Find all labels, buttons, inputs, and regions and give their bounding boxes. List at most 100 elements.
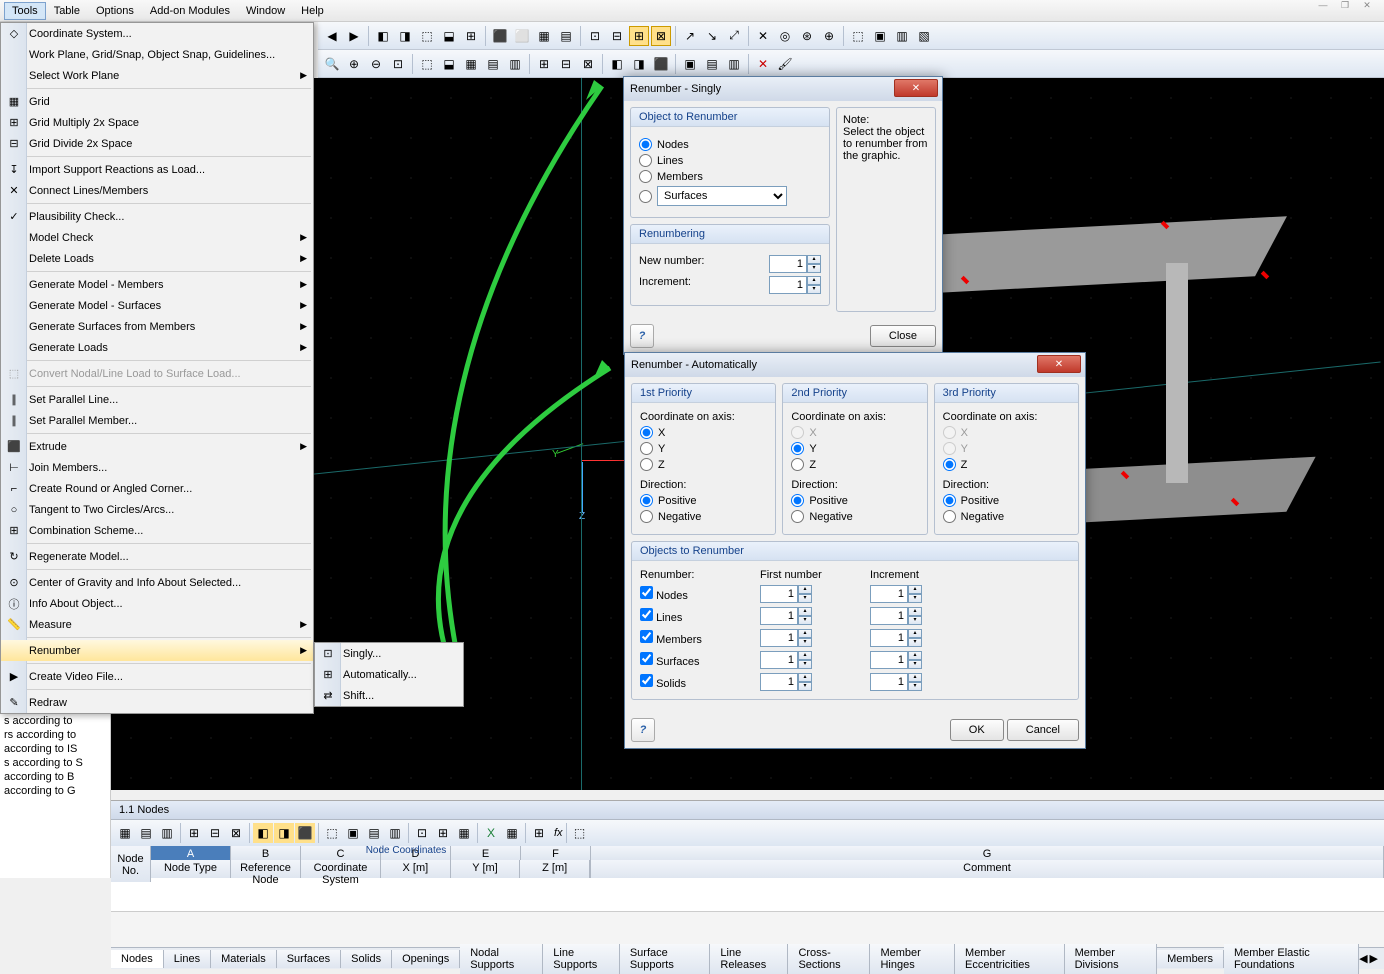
spin-up[interactable]: ▴	[908, 651, 922, 660]
menu-item[interactable]: ⌐Create Round or Angled Corner...	[1, 478, 313, 499]
spin-down[interactable]: ▾	[798, 682, 812, 691]
table-tab[interactable]: Member Elastic Foundations	[1224, 944, 1359, 974]
spin-up[interactable]: ▴	[908, 585, 922, 594]
nav-item[interactable]: according to G	[0, 784, 110, 798]
menu-item[interactable]: Select Work Plane▶	[1, 65, 313, 86]
tb-icon[interactable]: ⊛	[797, 26, 817, 46]
radio-z[interactable]	[640, 458, 653, 471]
spin-down[interactable]: ▾	[908, 616, 922, 625]
tb-icon[interactable]: ▣	[870, 26, 890, 46]
menu-window[interactable]: Window	[238, 2, 293, 20]
tb-icon[interactable]: ⤢	[724, 26, 744, 46]
menu-item[interactable]: ⊙Center of Gravity and Info About Select…	[1, 572, 313, 593]
tb-icon[interactable]: ⊠	[651, 26, 671, 46]
menu-item[interactable]: ↧Import Support Reactions as Load...	[1, 159, 313, 180]
tb-nav-left[interactable]: ◀	[322, 26, 342, 46]
tb-icon[interactable]: ⊠	[578, 54, 598, 74]
tb-icon[interactable]: ◧	[607, 54, 627, 74]
tb-zoom-out-icon[interactable]: ⊖	[366, 54, 386, 74]
menu-item[interactable]: ⓘInfo About Object...	[1, 593, 313, 614]
tb-icon[interactable]: ⊞	[629, 26, 649, 46]
tb-icon[interactable]: ✕	[753, 26, 773, 46]
input-surfaces-first[interactable]	[760, 651, 798, 669]
tb-icon[interactable]: ⊞	[433, 823, 453, 843]
spin-up[interactable]: ▴	[798, 629, 812, 638]
tb-icon[interactable]: ▣	[343, 823, 363, 843]
radio-y[interactable]	[791, 442, 804, 455]
input-lines-first[interactable]	[760, 607, 798, 625]
tb-icon[interactable]: ▤	[556, 26, 576, 46]
col-C[interactable]: C	[301, 846, 381, 860]
spin-down[interactable]: ▾	[908, 594, 922, 603]
input-new-number[interactable]	[769, 255, 807, 273]
col-F[interactable]: F	[521, 846, 591, 860]
tb-icon[interactable]: ◧	[373, 26, 393, 46]
tb-icon[interactable]: ▦	[502, 823, 522, 843]
tb-icon[interactable]: ⬚	[322, 823, 342, 843]
menu-item[interactable]: Generate Model - Surfaces▶	[1, 295, 313, 316]
tb-icon[interactable]: ▤	[136, 823, 156, 843]
tb-zoom-in-icon[interactable]: ⊕	[344, 54, 364, 74]
spin-down[interactable]: ▾	[798, 638, 812, 647]
tb-icon[interactable]: ▥	[385, 823, 405, 843]
spin-up[interactable]: ▴	[807, 255, 821, 264]
col-ref-node[interactable]: Reference Node	[231, 860, 301, 878]
tb-icon[interactable]: ⬛	[295, 823, 315, 843]
table-tab[interactable]: Member Hinges	[870, 944, 955, 974]
input-surfaces-inc[interactable]	[870, 651, 908, 669]
table-tab[interactable]: Solids	[341, 950, 392, 968]
dialog-titlebar[interactable]: Renumber - Automatically ✕	[625, 353, 1085, 377]
table-tab[interactable]: Line Supports	[543, 944, 620, 974]
tb-icon[interactable]: ⬚	[417, 54, 437, 74]
spin-up[interactable]: ▴	[908, 607, 922, 616]
help-button[interactable]: ?	[630, 324, 654, 348]
table-tab[interactable]: Line Releases	[710, 944, 788, 974]
radio-negative[interactable]	[943, 510, 956, 523]
tb-icon[interactable]: ◎	[775, 26, 795, 46]
table-tab[interactable]: Members	[1157, 950, 1224, 968]
tb-icon[interactable]: ⊟	[607, 26, 627, 46]
input-solids-first[interactable]	[760, 673, 798, 691]
tb-zoom-icon[interactable]: 🔍	[322, 54, 342, 74]
radio-y[interactable]	[640, 442, 653, 455]
spin-up[interactable]: ▴	[798, 673, 812, 682]
tb-icon[interactable]: ◧	[253, 823, 273, 843]
table-tab[interactable]: Member Eccentricities	[955, 944, 1065, 974]
radio-lines[interactable]	[639, 154, 652, 167]
menu-table[interactable]: Table	[46, 2, 88, 20]
col-coord-sys[interactable]: Coordinate System	[301, 860, 381, 878]
spin-up[interactable]: ▴	[798, 607, 812, 616]
input-nodes-inc[interactable]	[870, 585, 908, 603]
help-button[interactable]: ?	[631, 718, 655, 742]
tb-icon[interactable]: ▣	[680, 54, 700, 74]
col-D[interactable]: D	[381, 846, 451, 860]
col-node-no[interactable]: Node No.	[111, 846, 151, 882]
spin-down[interactable]: ▾	[807, 285, 821, 294]
tb-icon[interactable]: ⊟	[205, 823, 225, 843]
tb-icon[interactable]: ⊡	[585, 26, 605, 46]
cancel-button[interactable]: Cancel	[1007, 719, 1079, 741]
tb-excel-icon[interactable]: X	[481, 823, 501, 843]
tb-icon[interactable]: ⊞	[529, 823, 549, 843]
radio-positive[interactable]	[791, 494, 804, 507]
tb-icon[interactable]: ▧	[914, 26, 934, 46]
tb-icon[interactable]: ▥	[505, 54, 525, 74]
close-icon[interactable]: ✕	[1358, 0, 1376, 16]
menu-item[interactable]: ∥Set Parallel Line...	[1, 389, 313, 410]
col-E[interactable]: E	[451, 846, 521, 860]
close-button[interactable]: Close	[870, 325, 936, 347]
radio-other[interactable]	[639, 190, 652, 203]
spin-down[interactable]: ▾	[798, 594, 812, 603]
menu-item[interactable]: Generate Surfaces from Members▶	[1, 316, 313, 337]
spin-down[interactable]: ▾	[798, 616, 812, 625]
col-comment[interactable]: Comment	[591, 860, 1384, 878]
tb-icon[interactable]: ⬚	[570, 823, 590, 843]
nav-item[interactable]: according to B	[0, 770, 110, 784]
tb-delete-icon[interactable]: ✕	[753, 54, 773, 74]
check-solids[interactable]	[640, 674, 653, 687]
table-tab[interactable]: Nodes	[111, 950, 164, 968]
tb-icon[interactable]: ⬛	[651, 54, 671, 74]
spin-up[interactable]: ▴	[908, 673, 922, 682]
menu-item[interactable]: ∥Set Parallel Member...	[1, 410, 313, 431]
tb-nav-right[interactable]: ▶	[344, 26, 364, 46]
